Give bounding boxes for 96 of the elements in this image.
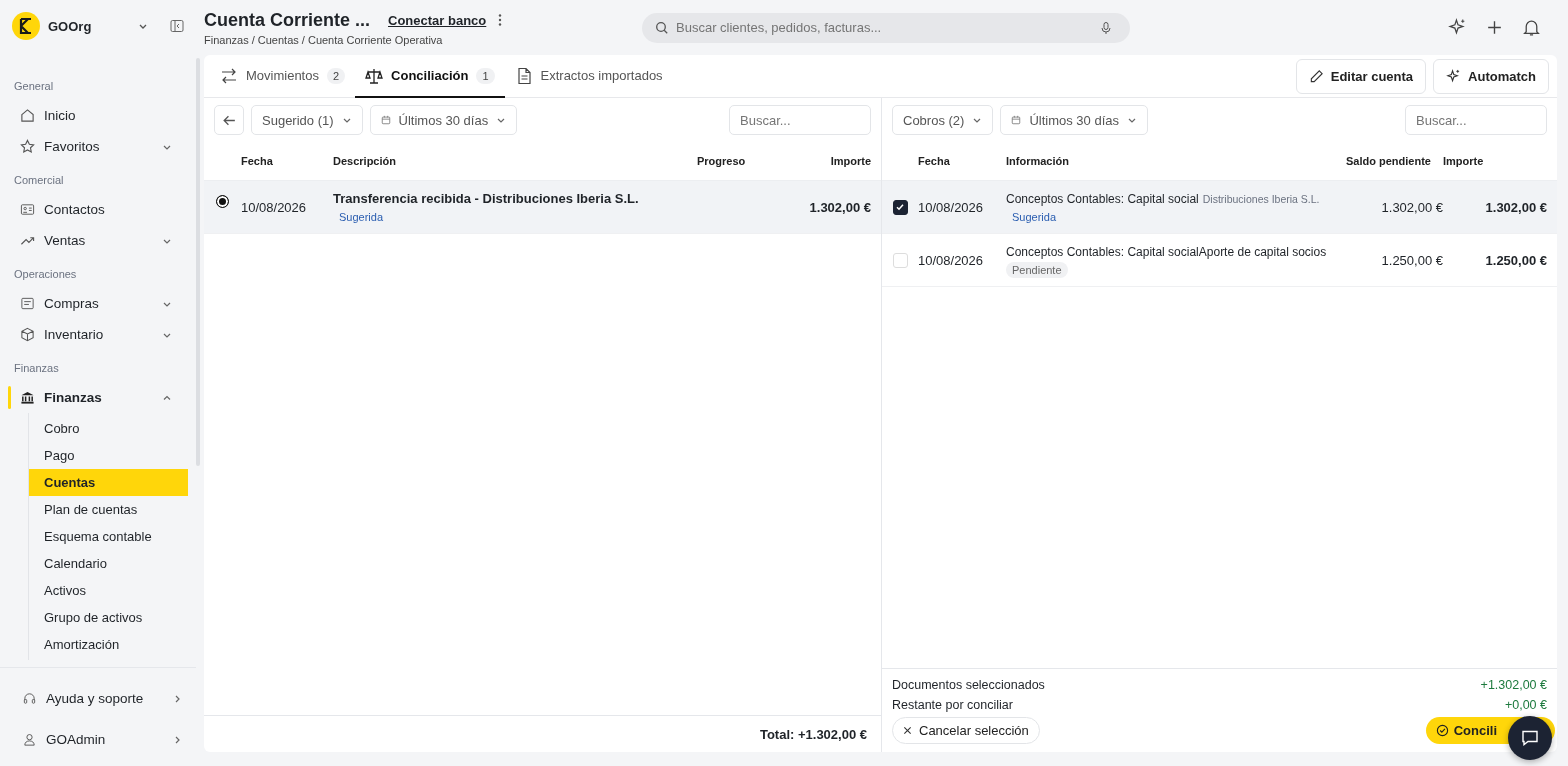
- bank-icon: [20, 390, 35, 405]
- contact-name: Distribuciones Iberia S.L.: [1202, 192, 1320, 205]
- summary-value: +0,00 €: [1504, 698, 1547, 712]
- check-circle-icon: [1435, 724, 1449, 737]
- list-icon: [20, 296, 35, 311]
- nav-subitem[interactable]: Amortización: [29, 631, 188, 658]
- column-header: Fecha: [918, 155, 951, 167]
- nav-item[interactable]: GOAdmin: [0, 719, 196, 760]
- table-cell-text: 1.250,00 €: [1484, 252, 1547, 268]
- filter-dropdown[interactable]: Últimos 30 días: [1000, 105, 1148, 135]
- table-cell-text: 10/08/2026: [918, 199, 985, 215]
- column-header: Progreso: [697, 155, 747, 167]
- more-icon[interactable]: [498, 13, 503, 27]
- calendar-icon: [380, 115, 391, 125]
- column-header: Fecha: [241, 155, 274, 167]
- status-label: Sugerida: [338, 210, 385, 225]
- tab[interactable]: Movimientos 2: [210, 55, 356, 98]
- plus-icon[interactable]: [1485, 18, 1504, 37]
- bell-icon[interactable]: [1522, 18, 1541, 37]
- section-label: Operaciones: [13, 268, 78, 280]
- filter-dropdown[interactable]: Sugerido (1): [251, 105, 363, 135]
- pencil-icon: [1308, 68, 1324, 84]
- box-icon: [20, 327, 35, 342]
- calendar-icon: [1011, 115, 1022, 125]
- column-header: Saldo pendiente: [1345, 155, 1432, 167]
- nav-subitem[interactable]: Activos: [29, 577, 188, 604]
- checkmark-icon: [895, 202, 905, 212]
- contact-card-icon: [20, 202, 35, 217]
- nav-subitem[interactable]: Grupo de activos: [29, 604, 188, 631]
- table-cell: Transferencia recibida - Distribuciones Iberia S.L.: [333, 191, 639, 206]
- search-field[interactable]: Buscar...: [729, 105, 871, 135]
- table-cell: Conceptos Contables: Capital social: [1006, 191, 1199, 206]
- edit-account-button[interactable]: Editar cuenta: [1295, 58, 1427, 94]
- filter-dropdown[interactable]: Últimos 30 días: [369, 105, 518, 135]
- cancel-selection-button[interactable]: Cancelar selección: [892, 717, 1040, 744]
- nav-item[interactable]: Inventario: [0, 319, 196, 350]
- tab[interactable]: Extractos importados: [504, 55, 673, 98]
- total-amount: Total: +1.302,00 €: [759, 726, 867, 742]
- chat-icon: [1520, 728, 1540, 748]
- summary-label: Documentos seleccionados: [892, 678, 1045, 692]
- section-label: Finanzas: [13, 362, 60, 374]
- nav-item[interactable]: Finanzas: [0, 382, 196, 413]
- tab[interactable]: Conciliación 1: [355, 55, 505, 98]
- sidebar-toggle-icon[interactable]: [170, 19, 184, 33]
- search-icon: [655, 20, 669, 35]
- column-header: Descripción: [333, 155, 397, 167]
- nav-item[interactable]: Favoritos: [0, 131, 196, 162]
- section-label: Comercial: [13, 174, 65, 186]
- filter-dropdown[interactable]: Cobros (2): [892, 105, 994, 135]
- logo-icon: [12, 12, 40, 40]
- breadcrumb: Finanzas / Cuentas / Cuenta Corriente Operativa: [204, 33, 444, 46]
- nav-subitem[interactable]: Calendario: [29, 550, 188, 577]
- close-icon: [903, 726, 912, 735]
- checkbox[interactable]: [892, 199, 908, 215]
- microphone-icon[interactable]: [1099, 20, 1113, 35]
- table-cell: Conceptos Contables: Capital socialAporte de capital socios: [1006, 244, 1327, 259]
- headset-icon: [22, 691, 37, 706]
- back-button[interactable]: [214, 105, 244, 135]
- home-icon: [20, 108, 35, 123]
- summary-label: Restante por conciliar: [892, 698, 1013, 712]
- column-header: Información: [1006, 155, 1070, 167]
- sparkle-icon: [1446, 68, 1462, 84]
- table-cell-text: 1.302,00 €: [808, 199, 871, 215]
- table-cell-text: 10/08/2026: [241, 199, 308, 215]
- radio-button[interactable]: [216, 194, 229, 208]
- sparkle-icon[interactable]: [1448, 18, 1467, 37]
- swap-arrows-icon: [220, 66, 238, 85]
- status-label: Pendiente: [1006, 261, 1068, 278]
- column-header: Importe: [829, 155, 871, 167]
- status-label: Sugerida: [1011, 209, 1058, 225]
- nav-subitem[interactable]: Cuentas: [29, 469, 188, 496]
- table-cell-text: 1.302,00 €: [1380, 199, 1443, 215]
- table-cell-text: 1.250,00 €: [1380, 252, 1443, 268]
- user-icon: [22, 732, 37, 747]
- nav-item[interactable]: Compras: [0, 288, 196, 319]
- section-label: General: [13, 80, 55, 92]
- summary-value: +1.302,00 €: [1480, 678, 1547, 692]
- connect-bank-link[interactable]: Conectar banco: [388, 12, 487, 28]
- nav-item[interactable]: Ventas: [0, 225, 196, 256]
- nav-subitem[interactable]: Plan de cuentas: [29, 496, 188, 523]
- search-field[interactable]: Buscar...: [1405, 105, 1547, 135]
- nav-item[interactable]: Contactos: [0, 194, 196, 225]
- star-icon: [20, 139, 35, 154]
- page-title: Cuenta Corriente ...: [204, 9, 371, 31]
- nav-item[interactable]: Ayuda y soporte: [0, 678, 196, 719]
- nav-subitem[interactable]: Pago: [29, 442, 188, 469]
- table-cell-text: 10/08/2026: [918, 252, 985, 268]
- nav-subitem[interactable]: Cobro: [29, 415, 188, 442]
- org-name[interactable]: GOOrg: [48, 18, 132, 34]
- column-header: Importe: [1443, 155, 1485, 167]
- nav-subitem[interactable]: Esquema contable: [29, 523, 188, 550]
- nav-item[interactable]: Inicio: [0, 100, 196, 131]
- table-cell-text: 1.302,00 €: [1484, 199, 1547, 215]
- scale-icon: [365, 66, 384, 85]
- search-field[interactable]: Buscar clientes, pedidos, facturas...: [642, 12, 1130, 43]
- automatch-button[interactable]: Automatch: [1433, 58, 1549, 94]
